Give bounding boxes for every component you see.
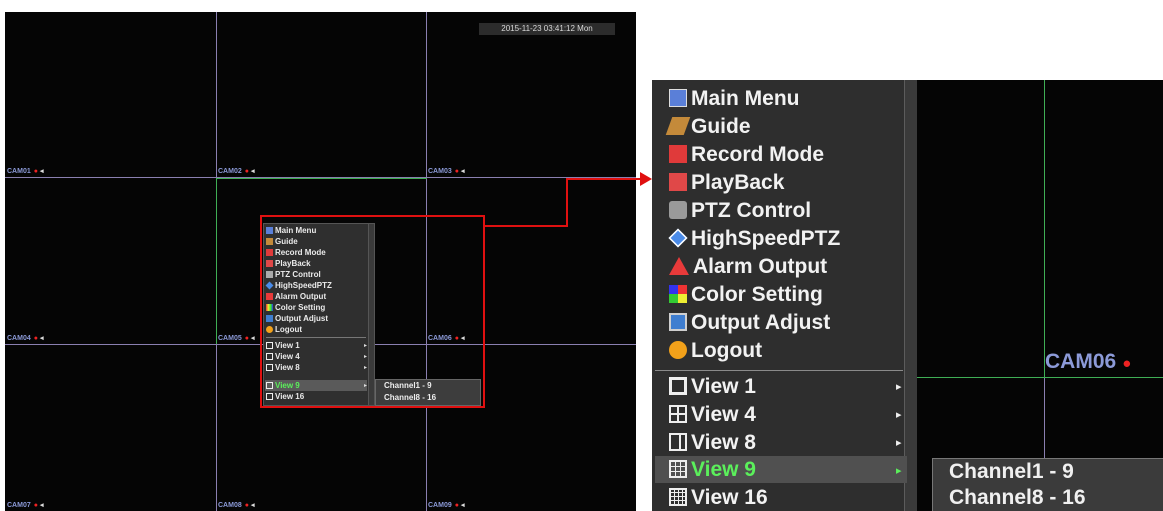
highspeed-ptz-icon <box>668 228 688 248</box>
power-icon <box>669 341 687 359</box>
alarm-triangle-icon <box>669 257 689 275</box>
menu-divider <box>655 370 903 371</box>
menu-item-view-1[interactable]: View 1 <box>669 373 756 401</box>
audio-icon: ◂ <box>460 502 465 509</box>
zoomed-menu-view: CAM06 ● Main Menu Guide Record Mode PlayB… <box>652 80 1163 511</box>
callout-box <box>260 215 485 408</box>
camera-label-cam02[interactable]: CAM02 ● ◂ <box>218 167 254 175</box>
grid-divider <box>917 377 1163 378</box>
menu-item-view-16[interactable]: View 16 <box>669 484 768 511</box>
dvr-live-view: 2015-11-23 03:41:12 Mon CAM01 ● ◂ CAM02 ● ◂ … <box>5 12 636 511</box>
menu-item-color-setting[interactable]: Color Setting <box>669 281 823 309</box>
camera-label-cam07[interactable]: CAM07 ● ◂ <box>7 501 43 509</box>
main-menu-icon <box>669 89 687 107</box>
arrow-head-icon <box>640 172 652 186</box>
playback-icon <box>669 173 687 191</box>
record-dot-icon: ● <box>1122 355 1132 372</box>
sixteen-view-icon <box>669 488 687 506</box>
eight-view-icon <box>669 433 687 451</box>
context-menu-large: Main Menu Guide Record Mode PlayBack PTZ… <box>652 80 917 511</box>
record-dot-icon: ● <box>454 502 459 509</box>
submenu-item-channel8-16[interactable]: Channel8 - 16 <box>933 485 1163 511</box>
single-view-icon <box>669 377 687 395</box>
menu-item-logout[interactable]: Logout <box>669 337 762 365</box>
ptz-camera-icon <box>669 201 687 219</box>
audio-icon: ◂ <box>460 168 465 175</box>
active-channel-border <box>216 178 427 179</box>
menu-item-record-mode[interactable]: Record Mode <box>669 141 824 169</box>
output-adjust-icon <box>669 313 687 331</box>
audio-icon: ◂ <box>250 502 255 509</box>
record-dot-icon: ● <box>33 168 38 175</box>
menu-item-highspeed-ptz[interactable]: HighSpeedPTZ <box>668 225 840 253</box>
camera-label-cam03[interactable]: CAM03 ● ◂ <box>428 167 464 175</box>
view9-submenu-large: Channel1 - 9 Channel8 - 16 <box>932 458 1163 511</box>
record-mode-icon <box>669 145 687 163</box>
active-channel-border <box>216 178 217 344</box>
audio-icon: ◂ <box>39 502 44 509</box>
menu-item-playback[interactable]: PlayBack <box>669 169 784 197</box>
submenu-arrow-icon: ▸ <box>896 381 902 393</box>
menu-item-output-adjust[interactable]: Output Adjust <box>669 309 830 337</box>
submenu-arrow-icon: ▸ <box>896 409 902 421</box>
submenu-item-channel1-9[interactable]: Channel1 - 9 <box>933 459 1163 485</box>
record-dot-icon: ● <box>454 168 459 175</box>
record-dot-icon: ● <box>244 168 249 175</box>
menu-item-ptz-control[interactable]: PTZ Control <box>669 197 811 225</box>
audio-icon: ◂ <box>250 335 255 342</box>
datetime-display: 2015-11-23 03:41:12 Mon <box>479 23 615 35</box>
record-dot-icon: ● <box>244 502 249 509</box>
camera-label-cam01[interactable]: CAM01 ● ◂ <box>7 167 43 175</box>
camera-label-cam04[interactable]: CAM04 ● ◂ <box>7 334 43 342</box>
audio-icon: ◂ <box>39 168 44 175</box>
camera-label-cam08[interactable]: CAM08 ● ◂ <box>218 501 254 509</box>
camera-label-cam09[interactable]: CAM09 ● ◂ <box>428 501 464 509</box>
menu-item-view-8[interactable]: View 8 <box>669 429 756 457</box>
camera-label-cam06-zoomed[interactable]: CAM06 ● <box>1045 350 1131 374</box>
menu-item-main-menu[interactable]: Main Menu <box>669 85 800 113</box>
menu-scrollbar[interactable] <box>904 80 917 511</box>
record-dot-icon: ● <box>244 335 249 342</box>
guide-icon <box>665 117 691 135</box>
audio-icon: ◂ <box>39 335 44 342</box>
audio-icon: ◂ <box>250 168 255 175</box>
grid-divider <box>1044 378 1045 458</box>
menu-item-view-9[interactable]: View 9 <box>669 456 756 484</box>
camera-label-cam05[interactable]: CAM05 ● ◂ <box>218 334 254 342</box>
nine-view-icon <box>669 460 687 478</box>
record-dot-icon: ● <box>33 502 38 509</box>
record-dot-icon: ● <box>33 335 38 342</box>
submenu-arrow-icon: ▸ <box>896 465 902 477</box>
menu-item-view-4[interactable]: View 4 <box>669 401 756 429</box>
quad-view-icon <box>669 405 687 423</box>
menu-item-alarm-output[interactable]: Alarm Output <box>669 253 827 281</box>
submenu-arrow-icon: ▸ <box>896 437 902 449</box>
color-grid-icon <box>669 285 687 303</box>
menu-item-guide[interactable]: Guide <box>665 113 751 141</box>
